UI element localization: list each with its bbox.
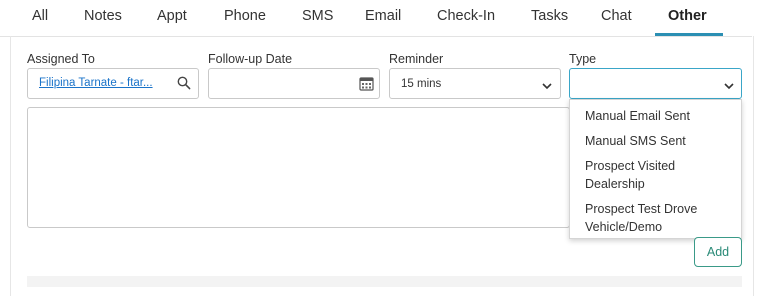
tab-sms[interactable]: SMS <box>302 8 333 24</box>
tab-email[interactable]: Email <box>365 8 401 24</box>
type-option-prospect-test-drove[interactable]: Prospect Test Drove Vehicle/Demo <box>585 200 735 236</box>
type-label: Type <box>569 52 597 66</box>
activity-tabs: All Notes Appt Phone SMS Email Check-In … <box>0 0 752 37</box>
tab-other[interactable]: Other <box>668 8 707 24</box>
tab-all[interactable]: All <box>32 8 48 24</box>
chevron-down-icon <box>541 78 553 96</box>
search-icon[interactable] <box>177 76 191 95</box>
type-option-manual-email-sent[interactable]: Manual Email Sent <box>585 107 735 125</box>
reminder-select[interactable]: 15 mins <box>389 68 561 99</box>
type-dropdown-list: Manual Email Sent Manual SMS Sent Prospe… <box>569 99 742 239</box>
type-option-manual-sms-sent[interactable]: Manual SMS Sent <box>585 132 735 150</box>
activity-list-area <box>27 276 742 287</box>
assigned-user-link[interactable]: Filipina Tarnate - ftar... <box>39 77 153 89</box>
notes-textarea[interactable] <box>27 107 570 228</box>
calendar-icon[interactable] <box>359 76 374 96</box>
tab-notes[interactable]: Notes <box>84 8 122 24</box>
tab-tasks[interactable]: Tasks <box>531 8 568 24</box>
reminder-label: Reminder <box>389 52 444 66</box>
tab-phone[interactable]: Phone <box>224 8 266 24</box>
tab-chat[interactable]: Chat <box>601 8 632 24</box>
reminder-value: 15 mins <box>401 78 442 90</box>
type-option-prospect-visited-dealership[interactable]: Prospect Visited Dealership <box>585 157 705 193</box>
assigned-to-field[interactable]: Filipina Tarnate - ftar... <box>27 68 199 99</box>
tab-appt[interactable]: Appt <box>157 8 187 24</box>
assigned-to-label: Assigned To <box>27 52 95 66</box>
follow-up-date-input[interactable] <box>208 68 380 99</box>
tab-check-in[interactable]: Check-In <box>437 8 495 24</box>
add-button[interactable]: Add <box>694 237 742 267</box>
type-select[interactable] <box>569 68 742 99</box>
follow-up-date-label: Follow-up Date <box>208 52 293 66</box>
chevron-down-icon <box>723 78 735 96</box>
